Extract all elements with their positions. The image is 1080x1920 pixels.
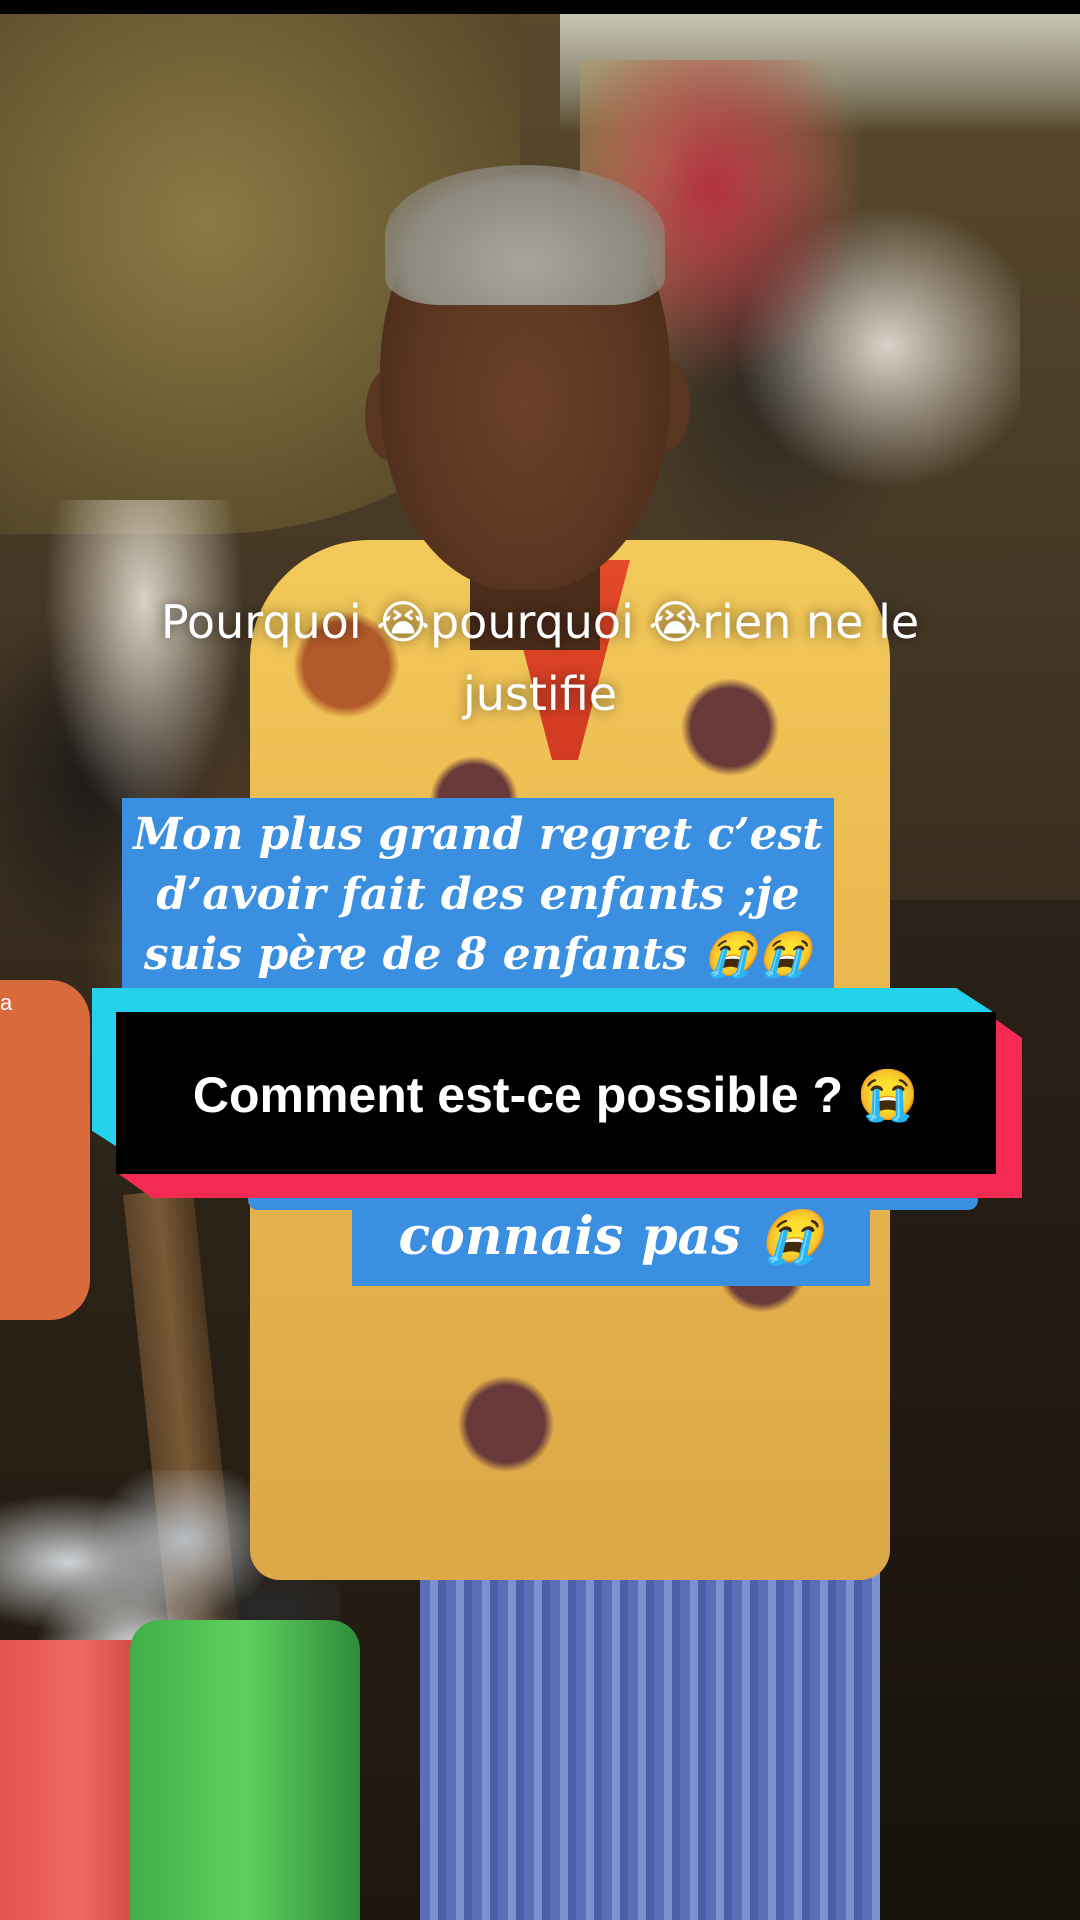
green-jerrycan <box>130 1620 360 1920</box>
caption-text-2: connais pas 😭 <box>398 1206 824 1267</box>
top-bar <box>0 0 1080 14</box>
caption-text-1: Mon plus grand regret c’est d’avoir fait… <box>133 809 823 980</box>
edge-letter: a <box>0 990 13 1015</box>
question-text: Comment est-ce possible ? 😭 <box>192 1067 920 1123</box>
orange-cloth <box>0 980 90 1320</box>
caption-top: Pourquoi 😭pourquoi 😭rien ne le justifie <box>160 595 920 721</box>
man-hair <box>385 165 665 305</box>
